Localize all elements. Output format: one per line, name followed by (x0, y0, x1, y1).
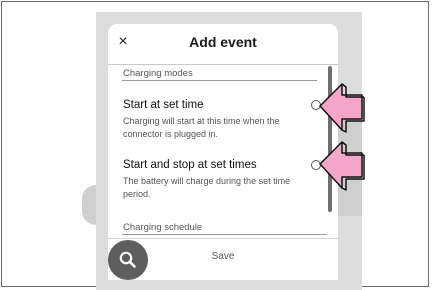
search-button[interactable] (108, 240, 148, 280)
dialog-header: × Add event (108, 24, 338, 64)
option-start-stop-description: The battery will charge during the set t… (123, 176, 291, 199)
section-label-charging-modes: Charging modes (123, 68, 193, 79)
save-button[interactable]: Save (188, 250, 258, 264)
section-divider (122, 80, 317, 81)
callout-arrow-icon (319, 83, 365, 133)
search-icon (119, 251, 136, 268)
header-divider (108, 64, 338, 65)
add-event-dialog: × Add event Charging modes Start at set … (108, 24, 338, 280)
callout-arrow-icon (319, 141, 365, 191)
option-start-at-set-time-title[interactable]: Start at set time (123, 98, 204, 112)
background-panel-left (82, 185, 96, 225)
dialog-title: Add event (189, 34, 257, 50)
footer-divider (108, 238, 338, 239)
section-label-charging-schedule: Charging schedule (123, 222, 203, 233)
section-divider (122, 234, 327, 235)
option-start-stop-title[interactable]: Start and stop at set times (123, 158, 257, 172)
option-start-at-set-time-description: Charging will start at this time when th… (123, 116, 280, 139)
